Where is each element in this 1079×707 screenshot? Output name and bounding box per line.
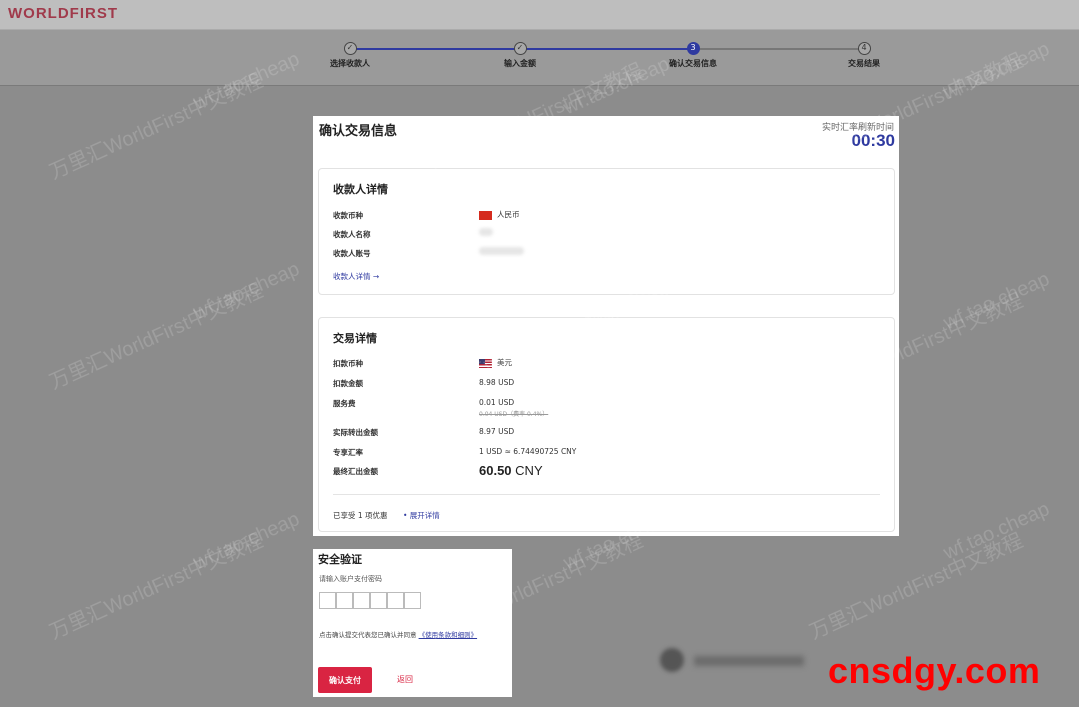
- watermark-url: wf.tao.cheap: [190, 257, 303, 325]
- redacted-block: [479, 228, 493, 236]
- pin-box-6[interactable]: [404, 592, 421, 609]
- watermark-url: wf.tao.cheap: [940, 267, 1053, 335]
- page-title: 确认交易信息: [319, 124, 398, 139]
- step-number-icon: 4: [857, 42, 871, 55]
- payee-name-redacted: [479, 228, 493, 238]
- pin-box-2[interactable]: [336, 592, 353, 609]
- step-number-icon: 3: [686, 42, 700, 55]
- agreement-prefix: 点击确认提交代表您已确认并同意: [319, 631, 417, 639]
- pin-box-3[interactable]: [353, 592, 370, 609]
- rate-refresh-timer: 00:30: [851, 131, 895, 150]
- step-result: 4 交易结果: [804, 42, 924, 69]
- final-amount-value: 60.50 CNY: [479, 463, 543, 478]
- debit-currency-label: 扣款币种: [333, 359, 363, 368]
- agreement-text: 点击确认提交代表您已确认并同意 《使用条款和细则》: [319, 629, 477, 639]
- discount-text: 已享受 1 项优惠: [333, 511, 388, 520]
- payee-details-link[interactable]: 收款人详情 →: [333, 271, 379, 282]
- service-fee-value: 0.01 USD: [479, 398, 515, 407]
- debit-amount-value: 8.98 USD: [479, 378, 515, 387]
- progress-stepper: ✓ 选择收款人 ✓ 输入金额 3 确认交易信息 4 交易结果: [0, 30, 1079, 86]
- terms-link[interactable]: 《使用条款和细则》: [419, 631, 478, 639]
- redacted-avatar: [660, 648, 684, 672]
- redacted-name: [694, 656, 804, 666]
- final-amount-currency: CNY: [515, 463, 543, 478]
- debit-amount-label: 扣款金额: [333, 379, 363, 388]
- security-verification-panel: 安全验证 请输入账户支付密码 点击确认提交代表您已确认并同意 《使用条款和细则》…: [313, 549, 512, 697]
- step-label: 确认交易信息: [669, 59, 717, 68]
- step-done-icon: ✓: [343, 42, 357, 55]
- step-label: 输入金额: [504, 59, 536, 68]
- step-select-payee: ✓ 选择收款人: [290, 42, 410, 69]
- transaction-details-card: 交易详情 扣款币种 美元 扣款金额 8.98 USD 服务费 0.01 USD …: [318, 317, 895, 532]
- step-label: 选择收款人: [330, 59, 370, 68]
- confirm-panel: 确认交易信息 实时汇率刷新时间 00:30 收款人详情 收款币种 人民币 收款人…: [313, 116, 899, 536]
- back-link[interactable]: 返回: [397, 674, 413, 685]
- security-title: 安全验证: [318, 553, 362, 566]
- china-flag-icon: [479, 210, 492, 220]
- expand-details-link[interactable]: • 展开详情: [403, 510, 440, 521]
- transaction-card-title: 交易详情: [333, 332, 377, 345]
- us-flag-icon: [479, 358, 492, 368]
- final-amount-label: 最终汇出金额: [333, 467, 378, 476]
- pin-box-1[interactable]: [319, 592, 336, 609]
- watermark-text: 万里汇WorldFirst中文教程: [806, 529, 1027, 644]
- payee-details-card: 收款人详情 收款币种 人民币 收款人名称 收款人账号 收款人详情 →: [318, 168, 895, 295]
- step-done-icon: ✓: [513, 42, 527, 55]
- exchange-rate-label: 专享汇率: [333, 448, 363, 457]
- payee-currency-value: 人民币: [479, 209, 520, 220]
- service-fee-label: 服务费: [333, 399, 356, 408]
- payee-currency-label: 收款币种: [333, 211, 363, 220]
- payee-account-label: 收款人账号: [333, 249, 371, 258]
- debit-currency-value: 美元: [479, 357, 512, 368]
- watermark-url: wf.tao.cheap: [190, 507, 303, 575]
- watermark-text: 万里汇WorldFirst中文教程: [46, 279, 267, 394]
- payee-name-label: 收款人名称: [333, 230, 371, 239]
- payee-currency-text: 人民币: [497, 210, 520, 219]
- step-label: 交易结果: [848, 59, 880, 68]
- pin-box-4[interactable]: [370, 592, 387, 609]
- pin-box-5[interactable]: [387, 592, 404, 609]
- step-confirm-info: 3 确认交易信息: [633, 42, 753, 69]
- worldfirst-logo[interactable]: WORLDFIRST: [8, 5, 118, 22]
- actual-amount-value: 8.97 USD: [479, 427, 515, 436]
- site-watermark: cnsdgy.com: [828, 650, 1041, 691]
- redacted-account-badge: [660, 648, 810, 672]
- password-hint: 请输入账户支付密码: [319, 575, 382, 583]
- payee-card-title: 收款人详情: [333, 183, 388, 196]
- actual-amount-label: 实际转出金额: [333, 428, 378, 437]
- service-fee-original: 0.04 USD（费率 0.4%）: [479, 411, 549, 418]
- exchange-rate-value: 1 USD ≈ 6.74490725 CNY: [479, 447, 577, 456]
- step-enter-amount: ✓ 输入金额: [460, 42, 580, 69]
- payee-account-redacted: [479, 247, 524, 257]
- confirm-payment-button[interactable]: 确认支付: [318, 667, 372, 693]
- top-bar: WORLDFIRST: [0, 0, 1079, 30]
- final-amount-number: 60.50: [479, 463, 512, 478]
- card-divider: [333, 494, 880, 495]
- debit-currency-text: 美元: [497, 358, 512, 367]
- watermark-text: 万里汇WorldFirst中文教程: [46, 529, 267, 644]
- watermark-url: wf.tao.cheap: [940, 497, 1053, 565]
- redacted-block: [479, 247, 524, 255]
